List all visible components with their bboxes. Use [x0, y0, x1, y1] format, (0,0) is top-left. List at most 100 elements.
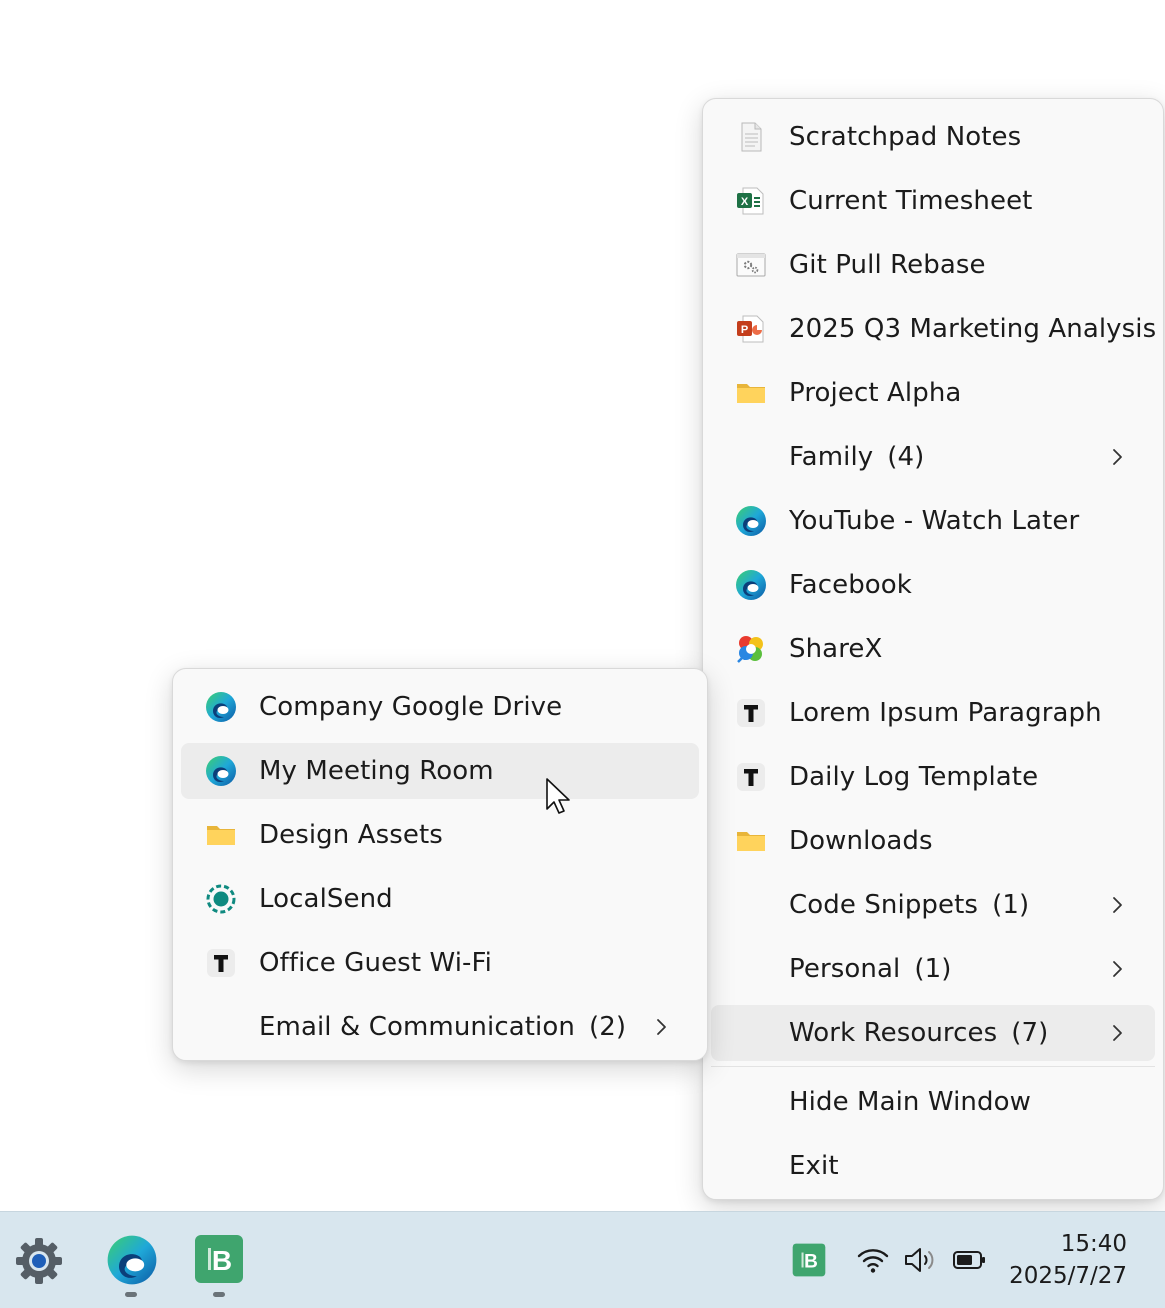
menu-item-label: Code Snippets (1) [789, 877, 1029, 933]
notepad-file-icon [735, 121, 767, 153]
script-file-icon [735, 249, 767, 281]
menu-item-count: (1) [914, 954, 952, 984]
menu-item-git-pull-rebase[interactable]: Git Pull Rebase [711, 237, 1155, 293]
edge-taskbar-button[interactable] [106, 1234, 158, 1286]
menu-item-localsend[interactable]: LocalSend [181, 871, 699, 927]
menu-item-2025-q3-marketing-analysis[interactable]: P 2025 Q3 Marketing Analysis [711, 301, 1156, 357]
menu-item-label: My Meeting Room [259, 743, 494, 799]
menu-item-daily-log-template[interactable]: Daily Log Template [711, 749, 1155, 805]
svg-text:P: P [741, 324, 748, 336]
battery-icon[interactable] [952, 1247, 988, 1273]
menu-item-text: My Meeting Room [259, 756, 494, 786]
menu-item-lorem-ipsum-paragraph[interactable]: Lorem Ipsum Paragraph [711, 685, 1155, 741]
menu-item-text: Personal [789, 954, 901, 984]
text-snippet-icon [205, 947, 237, 979]
edge-browser-icon [205, 755, 237, 787]
edge-browser-icon [205, 691, 237, 723]
menu-item-downloads[interactable]: Downloads [711, 813, 1155, 869]
menu-item-current-timesheet[interactable]: X Current Timesheet [711, 173, 1155, 229]
svg-text:B: B [212, 1245, 232, 1276]
menu-item-label: Project Alpha [789, 365, 961, 421]
menu-item-label: Company Google Drive [259, 679, 562, 735]
menu-item-text: Design Assets [259, 820, 443, 850]
menu-item-work-resources[interactable]: Work Resources (7) [711, 1005, 1155, 1061]
menu-item-label: LocalSend [259, 871, 393, 927]
chevron-right-icon [1107, 959, 1127, 979]
menu-item-company-google-drive[interactable]: Company Google Drive [181, 679, 699, 735]
app-b-icon[interactable]: B [194, 1234, 244, 1284]
menu-item-count: (4) [887, 442, 925, 472]
menu-item-email-and-communication[interactable]: Email & Communication (2) [181, 999, 699, 1055]
chevron-right-icon [651, 1017, 671, 1037]
mouse-cursor-icon [546, 778, 570, 814]
settings-gear-icon[interactable] [14, 1236, 64, 1286]
menu-item-text: Code Snippets [789, 890, 979, 920]
menu-item-label: YouTube - Watch Later [789, 493, 1079, 549]
menu-item-family[interactable]: Family (4) [711, 429, 1155, 485]
main-context-menu: Scratchpad Notes X Current Timesheet Git… [702, 98, 1164, 1200]
menu-item-label: Work Resources (7) [789, 1005, 1048, 1061]
menu-item-code-snippets[interactable]: Code Snippets (1) [711, 877, 1155, 933]
menu-item-office-guest-wi-fi[interactable]: Office Guest Wi-Fi [181, 935, 699, 991]
menu-item-text: Project Alpha [789, 378, 962, 408]
menu-item-my-meeting-room[interactable]: My Meeting Room [181, 743, 699, 799]
menu-item-text: Email & Communication [259, 1012, 575, 1042]
menu-item-label: Hide Main Window [789, 1074, 1031, 1130]
menu-item-personal[interactable]: Personal (1) [711, 941, 1155, 997]
menu-item-hide-main-window[interactable]: Hide Main Window [711, 1074, 1155, 1130]
menu-item-facebook[interactable]: Facebook [711, 557, 1155, 613]
menu-item-text: Current Timesheet [789, 186, 1033, 216]
app-b-tray-icon[interactable]: B [792, 1243, 826, 1277]
menu-item-exit[interactable]: Exit [711, 1138, 1155, 1194]
menu-item-project-alpha[interactable]: Project Alpha [711, 365, 1155, 421]
svg-text:B: B [804, 1251, 818, 1272]
menu-item-text: LocalSend [259, 884, 393, 914]
menu-item-label: Exit [789, 1138, 839, 1194]
menu-item-label: Facebook [789, 557, 912, 613]
menu-item-label: Personal (1) [789, 941, 951, 997]
menu-item-text: Scratchpad Notes [789, 122, 1022, 152]
menu-item-sharex[interactable]: ShareX [711, 621, 1155, 677]
text-snippet-icon [735, 761, 767, 793]
svg-text:X: X [741, 196, 749, 208]
menu-item-scratchpad-notes[interactable]: Scratchpad Notes [711, 109, 1155, 165]
menu-item-text: Work Resources [789, 1018, 998, 1048]
chevron-right-icon [1107, 447, 1127, 467]
menu-item-label: 2025 Q3 Marketing Analysis [789, 301, 1156, 357]
menu-item-label: Downloads [789, 813, 933, 869]
menu-item-label: ShareX [789, 621, 882, 677]
text-snippet-icon [735, 697, 767, 729]
menu-item-label: Design Assets [259, 807, 443, 863]
clock-time: 15:40 [1060, 1231, 1127, 1257]
menu-item-label: Family (4) [789, 429, 924, 485]
edge-browser-icon [735, 505, 767, 537]
work-resources-submenu: Company Google Drive My Meeting Room Des… [172, 668, 708, 1061]
menu-item-text: Lorem Ipsum Paragraph [789, 698, 1102, 728]
folder-icon [205, 819, 237, 851]
powerpoint-file-icon: P [735, 313, 767, 345]
menu-item-youtube-watch-later[interactable]: YouTube - Watch Later [711, 493, 1155, 549]
menu-item-text: Office Guest Wi-Fi [259, 948, 493, 978]
wifi-icon[interactable] [856, 1245, 890, 1275]
menu-item-text: Hide Main Window [789, 1087, 1031, 1117]
folder-icon [735, 377, 767, 409]
chevron-right-icon [1107, 1023, 1127, 1043]
excel-file-icon: X [735, 185, 767, 217]
menu-item-text: Daily Log Template [789, 762, 1039, 792]
menu-item-text: Family [789, 442, 874, 472]
menu-item-label: Daily Log Template [789, 749, 1038, 805]
menu-item-label: Office Guest Wi-Fi [259, 935, 492, 991]
folder-icon [735, 825, 767, 857]
volume-icon[interactable] [903, 1245, 939, 1275]
app-b-running-indicator [213, 1292, 225, 1297]
menu-item-text: Company Google Drive [259, 692, 563, 722]
chevron-right-icon [1107, 895, 1127, 915]
menu-item-design-assets[interactable]: Design Assets [181, 807, 699, 863]
system-clock[interactable]: 15:40 2025/7/27 [1009, 1228, 1127, 1292]
menu-item-count: (2) [588, 1012, 627, 1042]
menu-item-text: 2025 Q3 Marketing Analysis [789, 314, 1157, 344]
taskbar: B B 15:40 2025/7/27 [0, 1211, 1165, 1308]
menu-item-text: Facebook [789, 570, 912, 600]
menu-item-count: (7) [1011, 1018, 1049, 1048]
menu-item-text: YouTube - Watch Later [789, 506, 1080, 536]
